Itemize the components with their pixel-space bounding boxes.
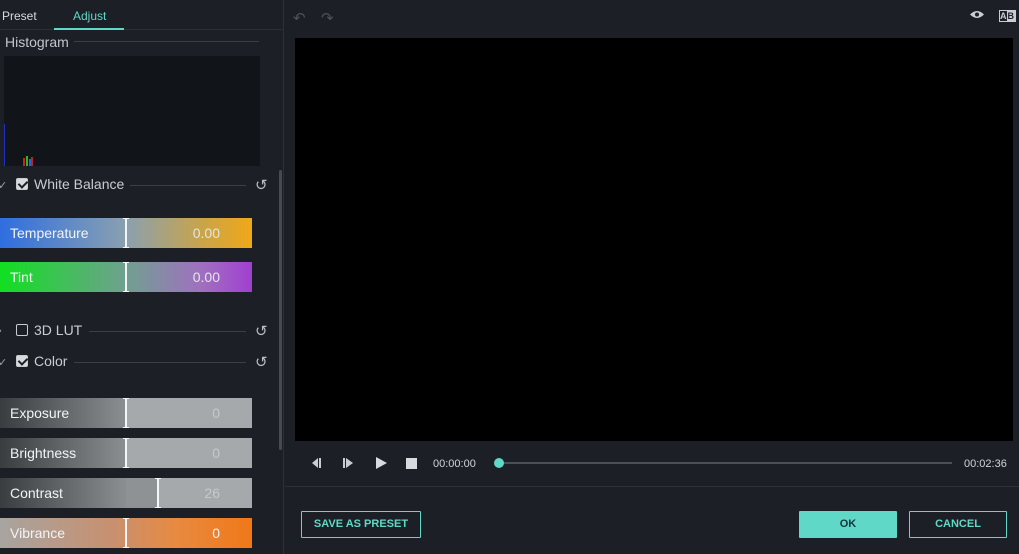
histogram-red-bar-2: [31, 157, 33, 166]
tab-preset[interactable]: Preset: [2, 9, 37, 23]
vibrance-label: Vibrance: [10, 525, 66, 541]
save-as-preset-button[interactable]: SAVE AS PRESET: [301, 511, 421, 538]
color-reset-icon[interactable]: ↺: [255, 353, 268, 371]
lut-reset-icon[interactable]: ↺: [255, 322, 268, 340]
tab-adjust[interactable]: Adjust: [73, 9, 106, 23]
color-checkbox[interactable]: [16, 355, 28, 367]
temperature-slider[interactable]: Temperature 0.00: [0, 218, 252, 248]
brightness-label: Brightness: [10, 445, 77, 461]
temperature-handle[interactable]: [123, 218, 129, 248]
tint-slider[interactable]: Tint 0.00: [0, 262, 252, 292]
contrast-label: Contrast: [10, 485, 63, 501]
white-balance-reset-icon[interactable]: ↺: [255, 176, 268, 194]
contrast-fill: [126, 478, 158, 508]
current-time: 00:00:00: [433, 458, 476, 470]
tint-label: Tint: [10, 269, 33, 285]
section-divider: [89, 331, 246, 332]
white-balance-checkbox[interactable]: [16, 178, 28, 190]
white-balance-label: White Balance: [34, 176, 125, 192]
section-divider: [74, 362, 246, 363]
lut-label: 3D LUT: [34, 322, 83, 338]
active-tab-indicator: [54, 28, 124, 30]
adjust-panel: Preset Adjust Histogram ✓ White Balance …: [0, 0, 284, 554]
histogram-title: Histogram: [5, 34, 69, 50]
color-section: ✓ Color ↺: [0, 353, 270, 373]
prev-frame-icon[interactable]: [309, 456, 323, 470]
panel-tabs: Preset Adjust: [0, 0, 284, 30]
timeline-track[interactable]: [496, 462, 952, 464]
timeline-playhead[interactable]: [494, 458, 504, 468]
ok-button[interactable]: OK: [799, 511, 897, 538]
histogram-blue-axis: [4, 124, 5, 166]
redo-icon[interactable]: ↷: [321, 9, 334, 27]
exposure-handle[interactable]: [123, 398, 129, 428]
compare-ab-icon[interactable]: AB: [999, 10, 1016, 22]
brightness-slider[interactable]: Brightness 0: [0, 438, 252, 468]
tint-handle[interactable]: [123, 262, 129, 292]
histogram-red-bar: [23, 158, 25, 166]
section-divider: [130, 185, 246, 186]
total-time: 00:02:36: [964, 458, 1007, 470]
exposure-slider[interactable]: Exposure 0: [0, 398, 252, 428]
video-preview: [295, 38, 1013, 441]
histogram-graph: [4, 56, 260, 166]
white-balance-section: ✓ White Balance ↺: [0, 176, 270, 196]
cancel-button[interactable]: CANCEL: [909, 511, 1007, 538]
compare-b-label: B: [1006, 11, 1015, 21]
color-correction-window: Preset Adjust Histogram ✓ White Balance …: [0, 0, 1019, 554]
lut-section: › 3D LUT ↺: [0, 322, 270, 342]
vibrance-value: 0: [212, 525, 220, 541]
vibrance-handle[interactable]: [123, 518, 129, 548]
expand-chevron-icon[interactable]: ›: [0, 325, 2, 337]
tint-value: 0.00: [192, 269, 220, 285]
exposure-label: Exposure: [10, 405, 70, 421]
histogram-divider: [74, 41, 259, 42]
stop-icon[interactable]: [405, 456, 419, 470]
contrast-handle[interactable]: [155, 478, 161, 508]
play-icon[interactable]: [374, 456, 388, 470]
panel-scrollbar[interactable]: [279, 170, 282, 450]
color-label: Color: [34, 353, 68, 369]
temperature-label: Temperature: [10, 225, 89, 241]
compare-a-label: A: [1000, 11, 1007, 21]
footer-divider: [285, 486, 1019, 487]
temperature-value: 0.00: [192, 225, 220, 241]
undo-icon[interactable]: ↶: [293, 9, 306, 27]
vibrance-slider[interactable]: Vibrance 0: [0, 518, 252, 548]
contrast-value: 26: [204, 485, 220, 501]
preview-panel: ↶ ↷ AB 00:00:00 00:02:36 SAVE AS PRESET …: [285, 0, 1019, 554]
contrast-slider[interactable]: Contrast 26: [0, 478, 252, 508]
collapse-chevron-icon[interactable]: ✓: [0, 356, 7, 369]
brightness-handle[interactable]: [123, 438, 129, 468]
histogram-green-bar: [26, 156, 28, 166]
eye-icon[interactable]: [970, 10, 984, 19]
brightness-value: 0: [212, 445, 220, 461]
lut-checkbox[interactable]: [16, 324, 28, 336]
collapse-chevron-icon[interactable]: ✓: [0, 179, 7, 192]
exposure-value: 0: [212, 405, 220, 421]
next-frame-icon[interactable]: [341, 456, 355, 470]
